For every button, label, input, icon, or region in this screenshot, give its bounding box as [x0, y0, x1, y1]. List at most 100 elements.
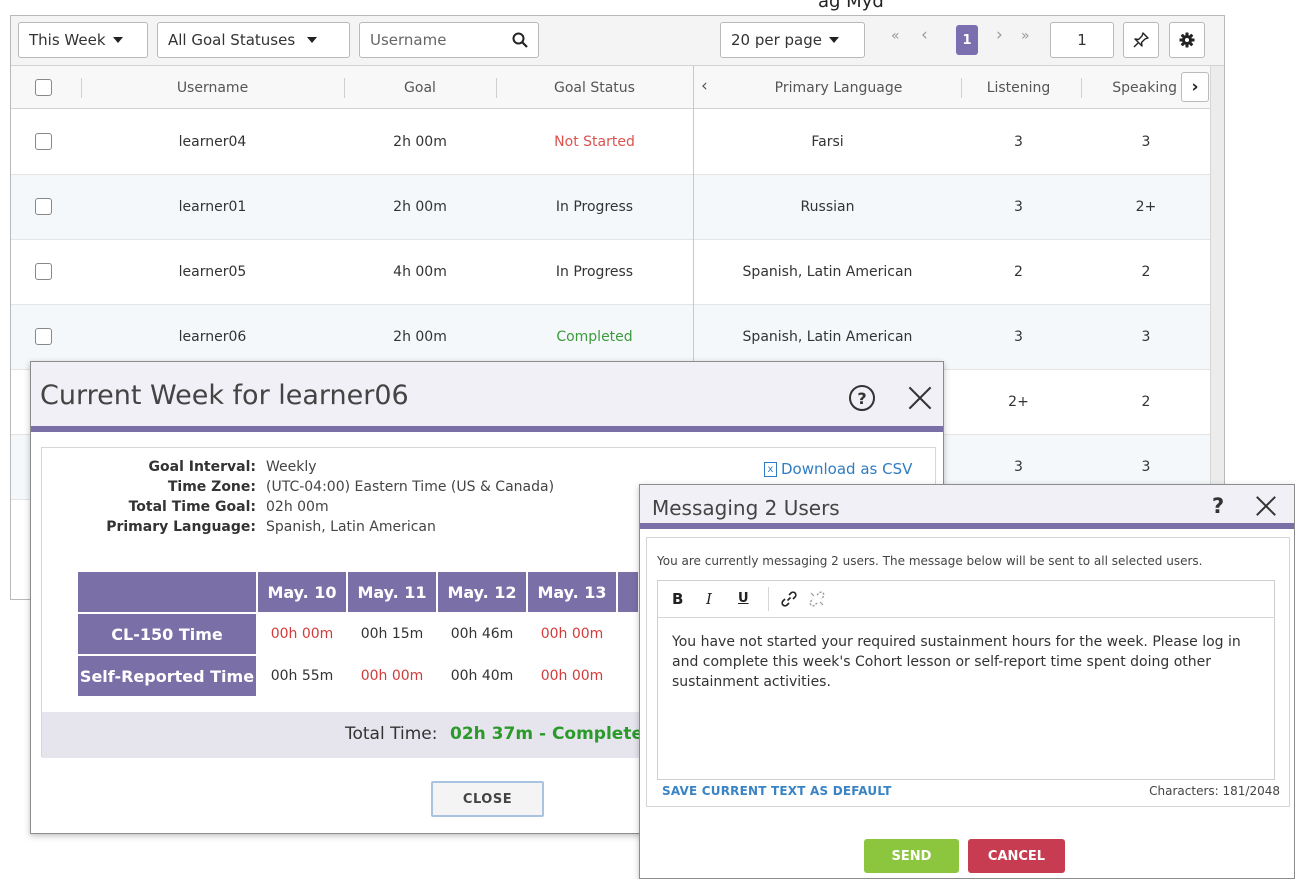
time-zone-row: Time Zone:	[42, 479, 256, 499]
background-page-heading: ag Myd	[818, 0, 884, 12]
first-page-button[interactable]: «	[891, 28, 900, 44]
cell-goal: 4h 00m	[393, 264, 447, 280]
username-search-input[interactable]: Username	[359, 22, 539, 58]
column-header-speaking[interactable]: Speaking	[1081, 66, 1191, 109]
chevron-down-icon	[829, 37, 840, 43]
total-time-goal-value: 02h 00m	[266, 499, 329, 515]
dialog-title: Current Week for learner06	[40, 380, 409, 411]
download-csv-label: Download as CSV	[781, 460, 913, 478]
select-all-checkbox[interactable]	[35, 79, 52, 96]
period-select-value: This Week	[29, 31, 106, 49]
scroll-columns-right-button[interactable]: ›	[1181, 72, 1209, 102]
day-header: May. 13	[528, 572, 616, 612]
cell-speaking: 3	[1141, 134, 1151, 150]
scroll-columns-left-icon[interactable]: ‹	[701, 76, 708, 96]
message-editor[interactable]: B I U You have not started your required…	[657, 580, 1275, 780]
current-page-indicator[interactable]: 1	[956, 25, 978, 55]
cell-listening: 3	[1014, 199, 1023, 215]
goal-status-select[interactable]: All Goal Statuses	[157, 22, 350, 58]
table-row[interactable]: learner05 4h 00m In Progress Spanish, La…	[11, 240, 1224, 305]
table-row[interactable]: learner01 2h 00m In Progress Russian 3 2…	[11, 175, 1224, 240]
underline-button[interactable]: U	[738, 591, 749, 606]
pin-columns-button[interactable]	[1123, 22, 1159, 58]
search-icon[interactable]	[512, 32, 528, 48]
day-header: May. 10	[258, 572, 346, 612]
link-icon[interactable]	[780, 590, 798, 608]
cell-primary-language: Russian	[800, 199, 855, 215]
cancel-button[interactable]: CANCEL	[968, 839, 1065, 873]
download-csv-link[interactable]: x Download as CSV	[764, 460, 912, 478]
save-text-as-default-link[interactable]: SAVE CURRENT TEXT AS DEFAULT	[662, 784, 892, 798]
row-checkbox[interactable]	[35, 133, 52, 150]
messaging-dialog: Messaging 2 Users ? You are currently me…	[639, 484, 1295, 879]
cell-username: learner06	[178, 329, 247, 345]
row-header-cl150: CL-150 Time	[78, 614, 256, 654]
period-select[interactable]: This Week	[18, 22, 148, 58]
time-cell: 00h 15m	[360, 626, 424, 642]
dialog-header: Current Week for learner06 ?	[31, 362, 943, 432]
close-button[interactable]: CLOSE	[431, 781, 544, 817]
chevron-down-icon	[307, 37, 318, 43]
column-header-primary-language[interactable]: Primary Language	[716, 66, 961, 109]
cell-username: learner05	[178, 264, 247, 280]
table-toolbar: This Week All Goal Statuses Username 20 …	[11, 16, 1224, 66]
column-header-goal[interactable]: Goal	[344, 66, 496, 109]
cell-primary-language: Spanish, Latin American	[742, 329, 913, 345]
table-row[interactable]: learner04 2h 00m Not Started Farsi 3 3	[11, 110, 1224, 175]
italic-button[interactable]: I	[706, 590, 712, 608]
close-icon[interactable]	[1252, 493, 1278, 519]
last-page-button[interactable]: »	[1021, 28, 1030, 44]
total-time-goal-row: Total Time Goal:	[42, 499, 256, 519]
column-header-goal-status[interactable]: Goal Status	[496, 66, 693, 109]
settings-button[interactable]	[1169, 22, 1205, 58]
page-number-input[interactable]: 1	[1050, 22, 1114, 58]
cell-listening: 2	[1014, 264, 1023, 280]
primary-language-row: Primary Language:	[42, 519, 256, 539]
cell-speaking: 2	[1141, 264, 1151, 280]
close-icon[interactable]	[904, 383, 934, 413]
cell-goal: 2h 00m	[393, 134, 447, 150]
cell-speaking: 3	[1141, 329, 1151, 345]
unlink-icon[interactable]	[808, 590, 826, 608]
cell-listening: 2+	[1008, 394, 1029, 410]
gear-icon	[1179, 32, 1195, 48]
previous-page-button[interactable]: ‹	[921, 25, 928, 45]
cell-goal-status: Not Started	[554, 134, 635, 150]
character-count: Characters: 181/2048	[1149, 784, 1280, 798]
per-page-value: 20 per page	[731, 31, 823, 49]
day-header-partial	[618, 572, 638, 612]
spreadsheet-icon: x	[764, 461, 777, 477]
cell-goal: 2h 00m	[393, 199, 447, 215]
cell-listening: 3	[1014, 134, 1023, 150]
time-cell: 00h 40m	[450, 668, 514, 684]
dialog-title: Messaging 2 Users	[652, 496, 840, 520]
send-button[interactable]: SEND	[864, 839, 959, 873]
per-page-select[interactable]: 20 per page	[720, 22, 865, 58]
cell-goal: 2h 00m	[393, 329, 447, 345]
row-checkbox[interactable]	[35, 263, 52, 280]
cell-listening: 3	[1014, 329, 1023, 345]
row-checkbox[interactable]	[35, 328, 52, 345]
total-time-goal-label: Total Time Goal:	[128, 499, 256, 515]
help-icon[interactable]: ?	[849, 385, 875, 411]
cell-goal-status: Completed	[556, 329, 633, 345]
table-header-row: Username Goal Goal Status ‹ Primary Lang…	[11, 66, 1224, 109]
cell-goal-status: In Progress	[555, 264, 634, 280]
row-checkbox[interactable]	[35, 198, 52, 215]
total-time-label: Total Time:	[345, 724, 438, 744]
column-header-username[interactable]: Username	[81, 66, 344, 109]
bold-button[interactable]: B	[672, 590, 683, 608]
grid-corner-cell	[78, 572, 256, 612]
chevron-down-icon	[112, 37, 123, 43]
time-zone-value: (UTC-04:00) Eastern Time (US & Canada)	[266, 479, 555, 495]
editor-toolbar: B I U	[658, 581, 1274, 618]
message-text[interactable]: You have not started your required susta…	[672, 632, 1257, 692]
goal-interval-value: Weekly	[266, 459, 317, 475]
primary-language-label: Primary Language:	[106, 519, 256, 535]
help-icon[interactable]: ?	[1212, 494, 1224, 518]
column-header-listening[interactable]: Listening	[961, 66, 1076, 109]
time-cell: 00h 55m	[270, 668, 334, 684]
next-page-button[interactable]: ›	[996, 25, 1003, 45]
pin-icon	[1133, 32, 1149, 48]
cell-goal-status: In Progress	[555, 199, 634, 215]
